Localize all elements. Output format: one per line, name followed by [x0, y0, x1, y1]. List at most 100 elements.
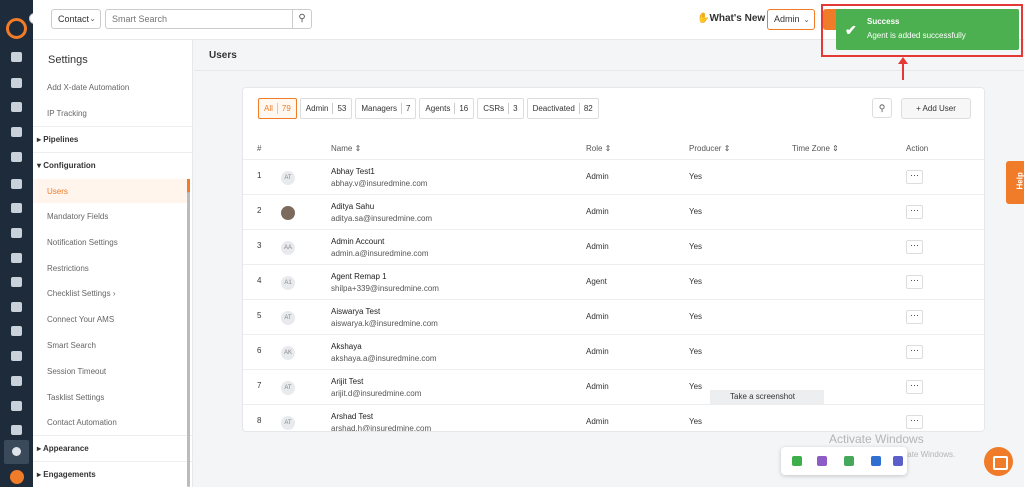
row-actions-button[interactable]: ···: [906, 170, 923, 184]
sidebar-item-smart-search[interactable]: Smart Search: [47, 341, 96, 350]
table-row[interactable]: 2 Aditya Sahu aditya.sa@insuredmine.com …: [243, 195, 984, 230]
user-name[interactable]: Abhay Test1: [331, 167, 375, 176]
report-icon[interactable]: [11, 228, 22, 238]
sidebar-item-mandatory-fields[interactable]: Mandatory Fields: [47, 212, 108, 221]
sidebar-item-restrictions[interactable]: Restrictions: [47, 264, 89, 273]
table-row[interactable]: 5 AT Aiswarya Test aiswarya.k@insuredmin…: [243, 300, 984, 335]
folder-icon[interactable]: [11, 302, 22, 312]
dollar-icon[interactable]: [11, 253, 22, 263]
table-row[interactable]: 4 A1 Agent Remap 1 shilpa+339@insuredmin…: [243, 265, 984, 300]
sidebar-item-session-timeout[interactable]: Session Timeout: [47, 367, 106, 376]
contact-type-select[interactable]: Contact ⌄: [51, 9, 101, 29]
column-header-role[interactable]: Role ⇕: [586, 144, 611, 153]
shield-check-icon[interactable]: [792, 456, 802, 466]
sidebar-section-engagements[interactable]: ▸ Engagements: [37, 470, 96, 479]
user-name[interactable]: Aditya Sahu: [331, 202, 374, 211]
sidebar-item-users[interactable]: Users: [33, 179, 190, 203]
table-row[interactable]: 1 AT Abhay Test1 abhay.v@insuredmine.com…: [243, 160, 984, 195]
bank-icon[interactable]: [11, 102, 22, 112]
google-icon[interactable]: [11, 326, 22, 336]
filter-csrs[interactable]: CSRs 3: [477, 98, 524, 119]
row-actions-button[interactable]: ···: [906, 275, 923, 289]
user-name[interactable]: Admin Account: [331, 237, 384, 246]
search-icon[interactable]: ⚲: [872, 98, 892, 118]
row-number: 7: [257, 381, 262, 390]
pen-icon[interactable]: [817, 456, 827, 466]
user-role: Admin: [586, 417, 609, 426]
row-actions-button[interactable]: ···: [906, 345, 923, 359]
sidebar-scrollbar[interactable]: [187, 192, 190, 487]
check-icon: ✔: [845, 22, 857, 38]
row-actions-button[interactable]: ···: [906, 380, 923, 394]
search-icon[interactable]: ⚲: [292, 9, 312, 29]
analytics-icon[interactable]: [11, 425, 22, 435]
sidebar-item-contact-automation[interactable]: Contact Automation: [47, 418, 117, 427]
add-user-button[interactable]: + Add User: [901, 98, 971, 119]
sidebar-item-add-xdate-automation[interactable]: Add X-date Automation: [47, 83, 129, 92]
sidebar-section-pipelines[interactable]: ▸ Pipelines: [37, 135, 78, 144]
settings-icon[interactable]: [4, 440, 29, 464]
recycle-icon[interactable]: [844, 456, 854, 466]
user-name[interactable]: Arijit Test: [331, 377, 363, 386]
sort-icon: ⇕: [829, 144, 839, 153]
table-row[interactable]: 8 AT Arshad Test arshad.h@insuredmine.co…: [243, 405, 984, 431]
help-tab[interactable]: Help: [1006, 161, 1024, 204]
table-row[interactable]: 7 AT Arijit Test arijit.d@insuredmine.co…: [243, 370, 984, 405]
documents-icon[interactable]: [11, 78, 22, 88]
sidebar-section-label: Appearance: [42, 444, 89, 453]
annotation-arrow-line: [902, 60, 904, 80]
filter-all[interactable]: All 79: [258, 98, 297, 119]
filter-count: 82: [583, 104, 593, 113]
sidebar-item-ip-tracking[interactable]: IP Tracking: [47, 109, 87, 118]
folder-open-icon[interactable]: [11, 277, 22, 287]
user-name[interactable]: Akshaya: [331, 342, 362, 351]
app-logo-icon[interactable]: [6, 18, 27, 39]
role-select[interactable]: Admin ⌄: [767, 9, 815, 30]
calendar-icon[interactable]: [11, 351, 22, 361]
sidebar-item-tasklist-settings[interactable]: Tasklist Settings: [47, 393, 104, 402]
user-name[interactable]: Agent Remap 1: [331, 272, 387, 281]
sidebar-section-appearance[interactable]: ▸ Appearance: [37, 444, 89, 453]
row-actions-button[interactable]: ···: [906, 240, 923, 254]
column-header-timezone[interactable]: Time Zone ⇕: [792, 144, 839, 153]
table-row[interactable]: 6 AK Akshaya akshaya.a@insuredmine.com A…: [243, 335, 984, 370]
whats-new-label: What's New: [709, 13, 766, 24]
sidebar-item-connect-ams[interactable]: Connect Your AMS: [47, 315, 114, 324]
user-producer: Yes: [689, 277, 703, 286]
list-icon[interactable]: [11, 127, 22, 137]
sidebar-section-label: Pipelines: [43, 135, 79, 144]
filter-icon[interactable]: [11, 179, 22, 189]
filter-managers[interactable]: Managers 7: [355, 98, 417, 119]
defender-icon[interactable]: [871, 456, 881, 466]
row-actions-button[interactable]: ···: [906, 310, 923, 324]
sidebar-item-notification-settings[interactable]: Notification Settings: [47, 238, 118, 247]
filter-agents[interactable]: Agents 16: [419, 98, 475, 119]
success-toast[interactable]: ✔ Success Agent is added successfully: [836, 9, 1019, 50]
filter-admin[interactable]: Admin 53: [299, 98, 353, 119]
whats-new-link[interactable]: ✋What's New: [697, 13, 765, 24]
user-name[interactable]: Arshad Test: [331, 412, 373, 421]
megaphone-icon[interactable]: [11, 203, 22, 213]
filter-deactivated[interactable]: Deactivated 82: [526, 98, 599, 119]
row-number: 2: [257, 206, 262, 215]
smart-search-input[interactable]: [105, 9, 293, 29]
row-actions-button[interactable]: ···: [906, 415, 923, 429]
sidebar-item-checklist-settings[interactable]: Checklist Settings ›: [47, 289, 115, 298]
user-name[interactable]: Aiswarya Test: [331, 307, 380, 316]
signature-icon[interactable]: [11, 401, 22, 411]
contacts-icon[interactable]: [11, 52, 22, 62]
filter-label: Deactivated: [532, 104, 575, 113]
column-header-name[interactable]: Name ⇕: [331, 144, 361, 153]
table-row[interactable]: 3 AA Admin Account admin.a@insuredmine.c…: [243, 230, 984, 265]
help-icon[interactable]: [10, 470, 24, 484]
sidebar-section-configuration[interactable]: ▾ Configuration: [37, 161, 96, 170]
teams-icon[interactable]: [893, 456, 903, 466]
chat-icon[interactable]: [984, 447, 1013, 476]
column-header-producer[interactable]: Producer ⇕: [689, 144, 730, 153]
hand-icon: ✋: [697, 13, 710, 24]
row-actions-button[interactable]: ···: [906, 205, 923, 219]
help-tab-label: Help: [1015, 172, 1024, 190]
id-card-icon[interactable]: [11, 152, 22, 162]
user-producer: Yes: [689, 312, 703, 321]
mail-icon[interactable]: [11, 376, 22, 386]
